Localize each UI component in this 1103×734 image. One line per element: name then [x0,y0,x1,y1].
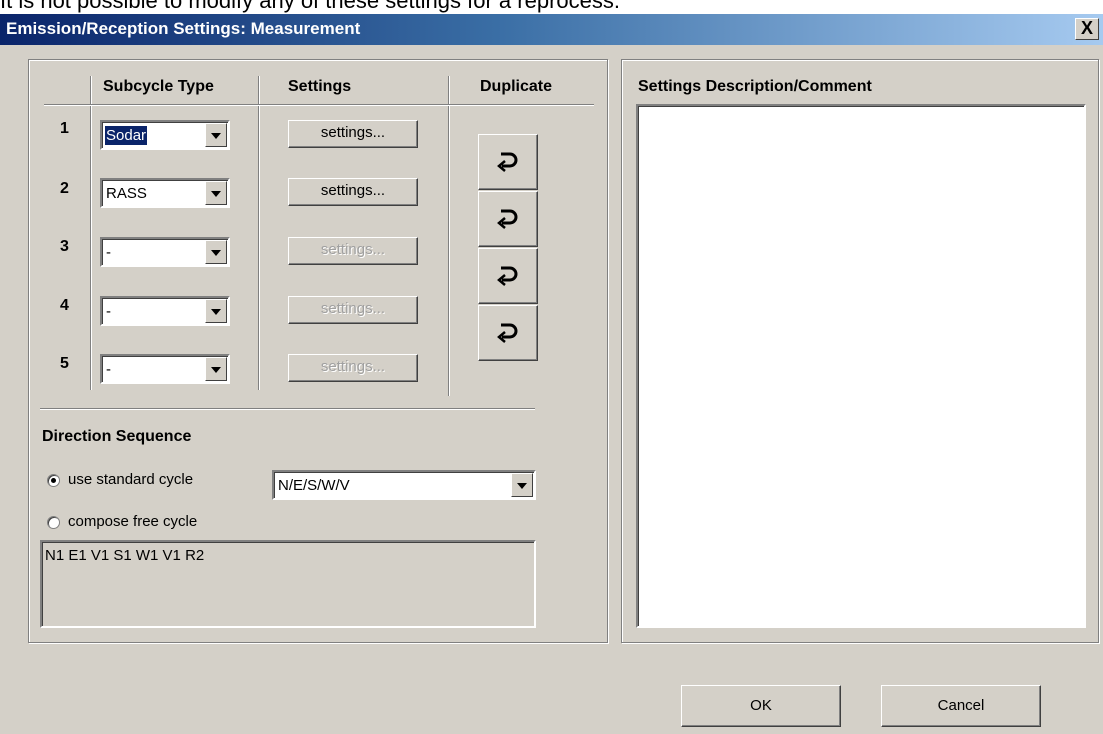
dialog-title: Emission/Reception Settings: Measurement [6,19,361,38]
row-number: 3 [60,238,69,255]
standard-cycle-label[interactable]: use standard cycle [68,471,193,488]
chevron-down-icon[interactable] [205,123,227,147]
ok-button[interactable]: OK [681,685,841,727]
chevron-down-icon[interactable] [205,299,227,323]
subcycle-type-header: Subcycle Type [103,78,214,95]
free-cycle-text: N1 E1 V1 S1 W1 V1 R2 [45,547,205,564]
settings-button[interactable]: settings... [288,120,418,148]
duplicate-arrow-icon [497,152,518,172]
dialog-title-bar[interactable]: Emission/Reception Settings: Measurement… [0,14,1103,45]
chevron-down-icon[interactable] [511,473,533,497]
free-cycle-label[interactable]: compose free cycle [68,513,197,530]
duplicate-row-1-button[interactable] [478,134,538,190]
duplicate-row-2-button[interactable] [478,191,538,247]
header-separator [44,104,594,106]
duplicate-header: Duplicate [480,78,553,95]
duplicate-row-4-button[interactable] [478,305,538,361]
column-separator [448,76,450,396]
subcycle-type-select[interactable]: RASS [100,178,230,208]
direction-sequence-heading: Direction Sequence [42,428,192,445]
settings-header: Settings [288,78,352,95]
close-button[interactable]: X [1075,18,1099,40]
subcycle-type-select[interactable]: - [100,237,230,267]
settings-button[interactable]: settings... [288,178,418,206]
chevron-down-icon[interactable] [205,357,227,381]
free-cycle-textarea: N1 E1 V1 S1 W1 V1 R2 [40,540,536,628]
settings-button: settings... [288,296,418,324]
chevron-down-icon[interactable] [205,240,227,264]
description-heading: Settings Description/Comment [638,78,872,95]
select-value: - [106,244,111,261]
free-cycle-radio[interactable] [47,516,60,529]
row-number: 4 [60,297,69,314]
duplicate-row-3-button[interactable] [478,248,538,304]
row-number: 5 [60,355,69,372]
row-number: 1 [60,120,69,137]
background-document-text: It is not possible to modify any of thes… [0,0,1103,14]
select-value: N/E/S/W/V [278,477,350,494]
cancel-button[interactable]: Cancel [881,685,1041,727]
chevron-down-icon[interactable] [205,181,227,205]
row-number: 2 [60,180,69,197]
select-value: Sodar [103,125,149,146]
select-value: - [106,303,111,320]
subcycle-type-select[interactable]: - [100,296,230,326]
standard-cycle-radio[interactable] [47,474,60,487]
settings-button: settings... [288,237,418,265]
duplicate-arrow-icon [497,266,518,286]
column-separator [90,76,92,390]
duplicate-arrow-icon [497,323,518,343]
standard-cycle-select[interactable]: N/E/S/W/V [272,470,536,500]
duplicate-arrow-icon [497,209,518,229]
select-value: - [106,361,111,378]
section-separator [40,408,535,410]
select-value: RASS [106,185,147,202]
settings-button: settings... [288,354,418,382]
description-textarea[interactable] [636,104,1086,628]
subcycle-type-select[interactable]: - [100,354,230,384]
column-separator [258,76,260,390]
subcycle-type-select[interactable]: Sodar [100,120,230,150]
